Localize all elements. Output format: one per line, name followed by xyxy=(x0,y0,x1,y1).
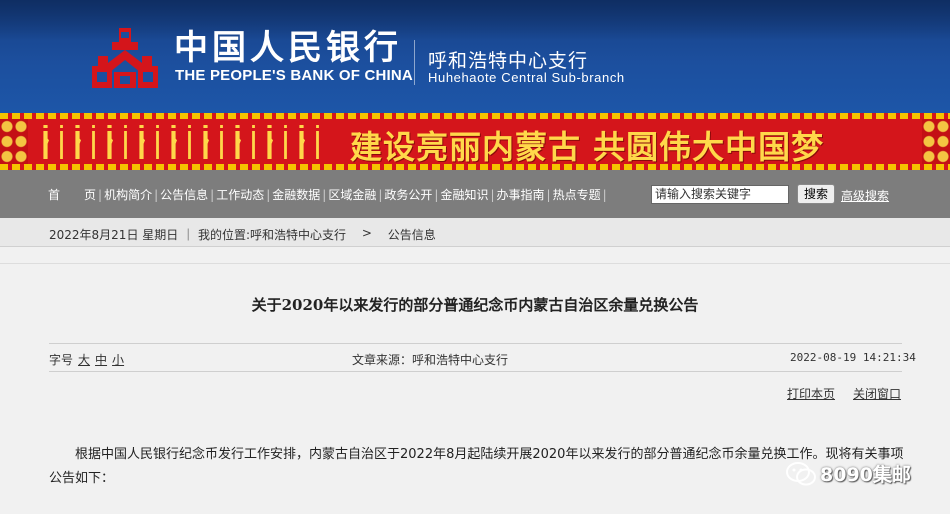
nav-separator: | xyxy=(546,187,551,202)
close-window-link[interactable]: 关闭窗口 xyxy=(853,385,901,402)
nav-separator: | xyxy=(434,187,439,202)
nav-item-topics[interactable]: 热点专题 xyxy=(553,186,601,203)
article-datetime: 2022-08-19 14:21:34 xyxy=(790,351,916,364)
font-size-controls: 字号 大 中 小 xyxy=(49,351,124,368)
font-size-small[interactable]: 小 xyxy=(112,351,124,368)
advanced-search-link[interactable]: 高级搜索 xyxy=(841,187,889,204)
font-size-medium[interactable]: 中 xyxy=(95,351,107,368)
mongolian-script-graphic xyxy=(42,125,321,159)
branch-name-en: Huhehaote Central Sub-branch xyxy=(428,70,625,85)
banner-slogan: 建设亮丽内蒙古 共圆伟大中国梦 xyxy=(350,128,825,166)
nav-separator: | xyxy=(322,187,327,202)
nav-item-news[interactable]: 工作动态 xyxy=(216,186,264,203)
banner-pattern-left xyxy=(0,119,28,164)
article-title: 关于2020年以来发行的部分普通纪念币内蒙古自治区余量兑换公告 xyxy=(251,296,699,314)
font-size-label: 字号 xyxy=(49,353,74,367)
meta-divider-top xyxy=(49,343,902,344)
nav-separator: | xyxy=(154,187,159,202)
banner-pattern-right xyxy=(922,119,950,164)
current-date: 2022年8月21日 xyxy=(49,228,139,242)
nav-separator: | xyxy=(210,187,215,202)
nav-item-financial-data[interactable]: 金融数据 xyxy=(272,186,320,203)
breadcrumb: 2022年8月21日 星期日 ｜ 我的位置: 呼和浩特中心支行 > 公告信息 xyxy=(49,226,436,243)
location-label: 我的位置: xyxy=(197,228,250,242)
breadcrumb-bar: 2022年8月21日 星期日 ｜ 我的位置: 呼和浩特中心支行 > 公告信息 xyxy=(0,218,950,247)
nav-list: 首 页 | 机构简介 | 公告信息 | 工作动态 | 金融数据 | 区域金融 | 政务公开 |… xyxy=(48,186,609,203)
meta-divider-bottom xyxy=(49,371,902,372)
slogan-banner: 建设亮丽内蒙古 共圆伟大中国梦 xyxy=(0,113,950,170)
breadcrumb-separator: > xyxy=(361,226,372,240)
watermark-text: 8090集邮 xyxy=(820,464,911,486)
nav-item-regional-finance[interactable]: 区域金融 xyxy=(328,186,376,203)
watermark: 8090集邮 xyxy=(786,460,911,487)
bank-name-en: THE PEOPLE'S BANK OF CHINA xyxy=(175,67,413,84)
search-input[interactable]: 请输入搜索关键字 xyxy=(651,185,789,204)
breadcrumb-item-branch[interactable]: 呼和浩特中心支行 xyxy=(250,226,346,243)
nav-item-about[interactable]: 机构简介 xyxy=(104,186,152,203)
site-header: 中国人民银行 THE PEOPLE'S BANK OF CHINA 呼和浩特中心… xyxy=(0,0,950,113)
font-size-large[interactable]: 大 xyxy=(78,351,90,368)
nav-separator: | xyxy=(266,187,271,202)
nav-item-guide[interactable]: 办事指南 xyxy=(497,186,545,203)
pboc-logo-icon xyxy=(92,28,158,88)
nav-item-announcements[interactable]: 公告信息 xyxy=(160,186,208,203)
article-body: 根据中国人民银行纪念币发行工作安排，内蒙古自治区于2022年8月起陆续开展202… xyxy=(49,447,904,486)
nav-separator: | xyxy=(602,187,607,202)
nav-item-gov-affairs[interactable]: 政务公开 xyxy=(384,186,432,203)
branch-name-cn: 呼和浩特中心支行 xyxy=(428,50,589,72)
nav-separator: | xyxy=(490,187,495,202)
print-page-link[interactable]: 打印本页 xyxy=(787,385,835,402)
current-weekday: 星期日 xyxy=(142,228,179,242)
nav-separator: | xyxy=(378,187,383,202)
banner-border-top xyxy=(0,113,950,119)
breadcrumb-item-announcements[interactable]: 公告信息 xyxy=(388,226,436,243)
bank-name-cn: 中国人民银行 xyxy=(174,28,402,68)
wechat-icon xyxy=(786,461,816,485)
search-button[interactable]: 搜索 xyxy=(797,184,835,204)
article-source: 文章来源：呼和浩特中心支行 xyxy=(352,353,509,367)
nav-item-home[interactable]: 首 页 xyxy=(48,186,96,203)
nav-item-knowledge[interactable]: 金融知识 xyxy=(440,186,488,203)
header-divider xyxy=(414,40,415,85)
nav-separator: | xyxy=(98,187,103,202)
